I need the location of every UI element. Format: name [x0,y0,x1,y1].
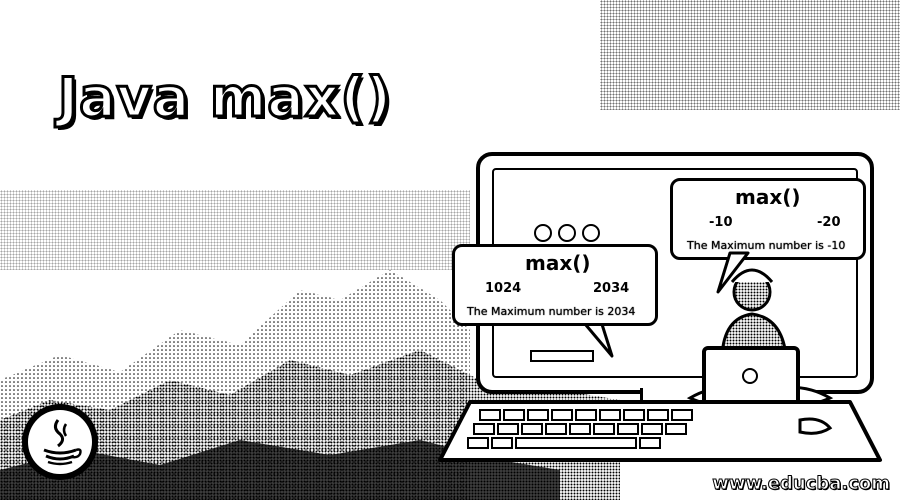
watermark: www.educba.com [712,473,891,495]
keyboard-illustration [438,400,882,462]
java-logo-icon [22,404,98,480]
